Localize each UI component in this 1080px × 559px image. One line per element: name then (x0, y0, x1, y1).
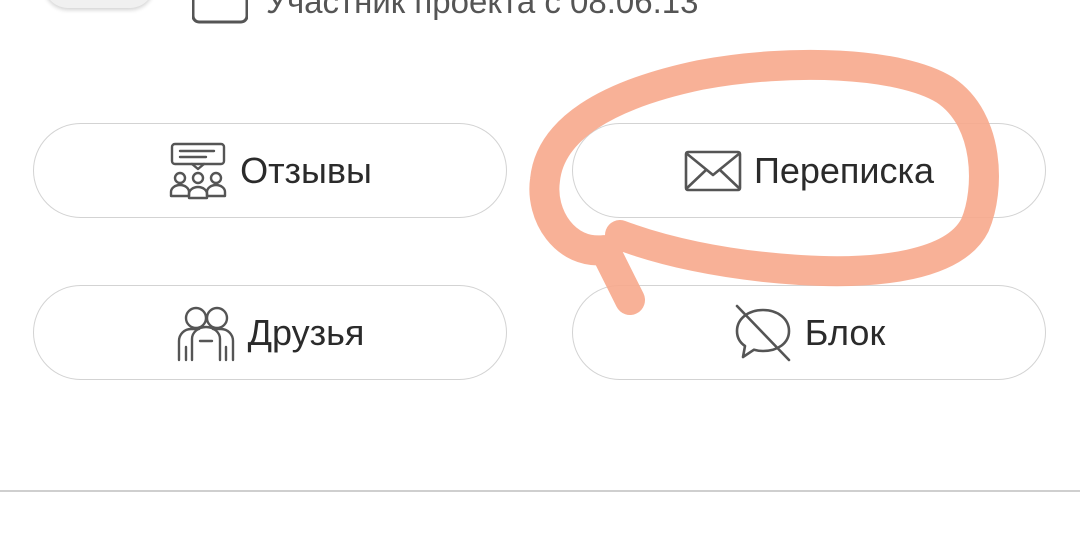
section-divider (0, 490, 1080, 492)
reviews-button[interactable]: Отзывы (33, 123, 507, 218)
friends-button[interactable]: Друзья (33, 285, 507, 380)
envelope-icon (684, 149, 742, 193)
messages-label: Переписка (753, 149, 935, 191)
messages-button[interactable]: Переписка (572, 123, 1046, 218)
profile-actions-panel: Участник проекта с 08.06.13 Отзывы Переп… (0, 0, 1080, 559)
reviews-icon (168, 141, 228, 201)
block-button[interactable]: Блок (572, 285, 1046, 380)
calendar-icon (191, 0, 249, 30)
reviews-label: Отзывы (240, 149, 372, 191)
block-label: Блок (804, 311, 886, 353)
highlight-scribble (529, 49, 999, 315)
block-chat-icon (733, 304, 793, 362)
member-since-text: Участник проекта с 08.06.13 (266, 0, 699, 20)
friends-icon (176, 303, 236, 363)
friends-label: Друзья (247, 311, 365, 353)
top-partial-button[interactable] (44, 0, 154, 8)
